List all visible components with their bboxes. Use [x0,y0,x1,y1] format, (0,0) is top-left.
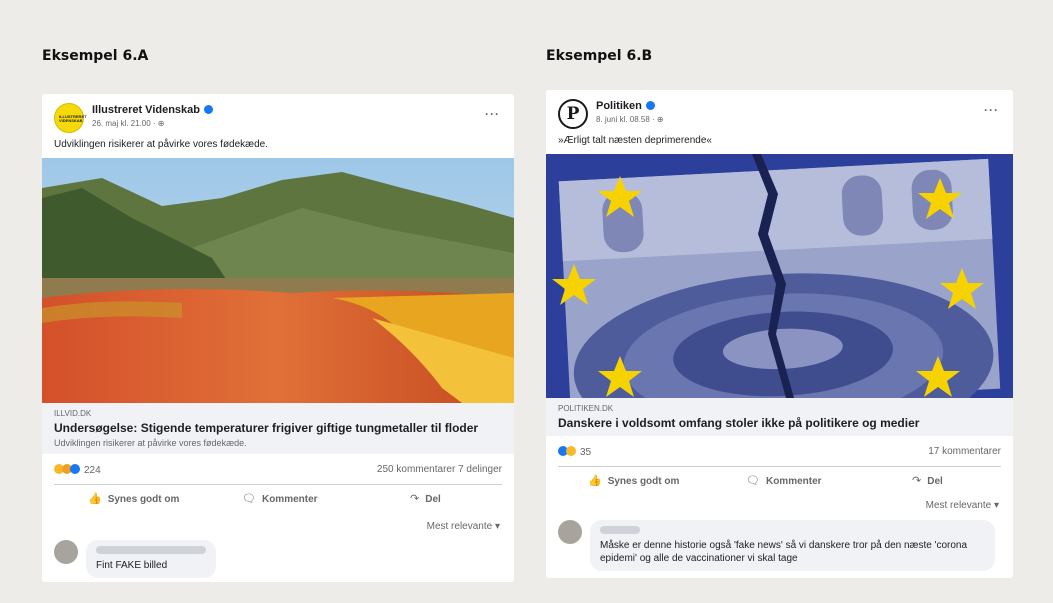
post-text: »Ærligt talt næsten deprimerende« [558,135,712,146]
share-icon: ↷ [912,475,922,487]
comment-text: Måske er denne historie også 'fake news'… [600,540,968,564]
page-name[interactable]: Politiken [596,100,655,112]
link-domain: POLITIKEN.DK [558,404,614,413]
share-button[interactable]: ↷ Del [410,492,441,505]
more-options-icon[interactable]: ··· [984,103,999,117]
comments-shares-count[interactable]: 250 kommentarer 7 delinger [377,464,502,475]
comment-icon: 🗨 [242,493,256,505]
post-stats: 224 250 kommentarer 7 delinger [42,454,514,484]
verified-icon [204,105,214,114]
comment-button[interactable]: 🗨 Kommenter [242,492,318,505]
link-domain: ILLVID.DK [54,409,92,418]
post-timestamp[interactable]: 8. juni kl. 08.58 · ⊕ [596,115,664,124]
sort-comments-dropdown[interactable]: Mest relevante ▾ [926,500,999,511]
page-avatar[interactable]: ILLUSTRERET VIDENSKAB [54,103,87,133]
comment-icon: 🗨 [746,475,760,487]
reaction-count: 224 [84,465,101,476]
comment: Måske er denne historie også 'fake news'… [558,520,995,571]
comment-text: Fint FAKE billed [96,560,168,571]
like-button[interactable]: 👍 Synes godt om [88,492,179,505]
comment-button[interactable]: 🗨 Kommenter [746,474,822,487]
share-icon: ↷ [410,493,420,505]
like-button[interactable]: 👍 Synes godt om [588,474,679,487]
comment: Fint FAKE billed [54,540,216,578]
example-b-title: Eksempel 6.B [546,48,653,64]
comments-count[interactable]: 17 kommentarer [928,446,1001,457]
post-header: ILLUSTRERET VIDENSKAB Illustreret Videns… [42,94,514,138]
reactions[interactable]: 35 [558,446,591,458]
link-preview[interactable]: POLITIKEN.DK Danskere i voldsomt omfang … [546,398,1013,436]
verified-icon [645,101,655,110]
page-name[interactable]: Illustreret Videnskab [92,104,214,116]
link-headline[interactable]: Danskere i voldsomt omfang stoler ikke p… [558,416,1001,430]
action-bar: 👍 Synes godt om 🗨 Kommenter ↷ Del [558,466,1001,494]
reactions[interactable]: 224 [54,464,101,476]
post-image[interactable] [546,154,1013,398]
facebook-post-b: P Politiken 8. juni kl. 08.58 · ⊕ ··· »Æ… [546,90,1013,578]
post-stats: 35 17 kommentarer [546,436,1013,466]
haha-reaction-icon [566,446,576,456]
like-reaction-icon [70,464,80,474]
commenter-avatar[interactable] [558,520,582,544]
comment-bubble: Fint FAKE billed [86,540,216,578]
example-a-title: Eksempel 6.A [42,48,149,64]
reaction-count: 35 [580,447,592,458]
comment-bubble: Måske er denne historie også 'fake news'… [590,520,995,571]
thumbs-up-icon: 👍 [588,475,602,487]
action-bar: 👍 Synes godt om 🗨 Kommenter ↷ Del [54,484,502,512]
link-preview[interactable]: ILLVID.DK Undersøgelse: Stigende tempera… [42,403,514,454]
commenter-name-blurred[interactable] [600,526,640,534]
page-avatar[interactable]: P [558,99,588,129]
post-image[interactable] [42,158,514,403]
post-timestamp[interactable]: 26. maj kl. 21.00 · ⊕ [92,119,165,128]
parliament-eu-collage-image [546,154,1013,398]
post-header: P Politiken 8. juni kl. 08.58 · ⊕ ··· [546,90,1013,134]
share-button[interactable]: ↷ Del [912,474,943,487]
link-description: Udviklingen risikerer at påvirke vores f… [54,438,247,448]
commenter-name-blurred[interactable] [96,546,206,554]
more-options-icon[interactable]: ··· [485,107,500,121]
post-text: Udviklingen risikerer at påvirke vores f… [54,139,268,150]
facebook-post-a: ILLUSTRERET VIDENSKAB Illustreret Videns… [42,94,514,582]
commenter-avatar[interactable] [54,540,78,564]
sort-comments-dropdown[interactable]: Mest relevante ▾ [427,521,500,532]
thumbs-up-icon: 👍 [88,493,102,505]
river-landscape-image [42,158,514,403]
link-headline[interactable]: Undersøgelse: Stigende temperaturer frig… [54,421,502,435]
